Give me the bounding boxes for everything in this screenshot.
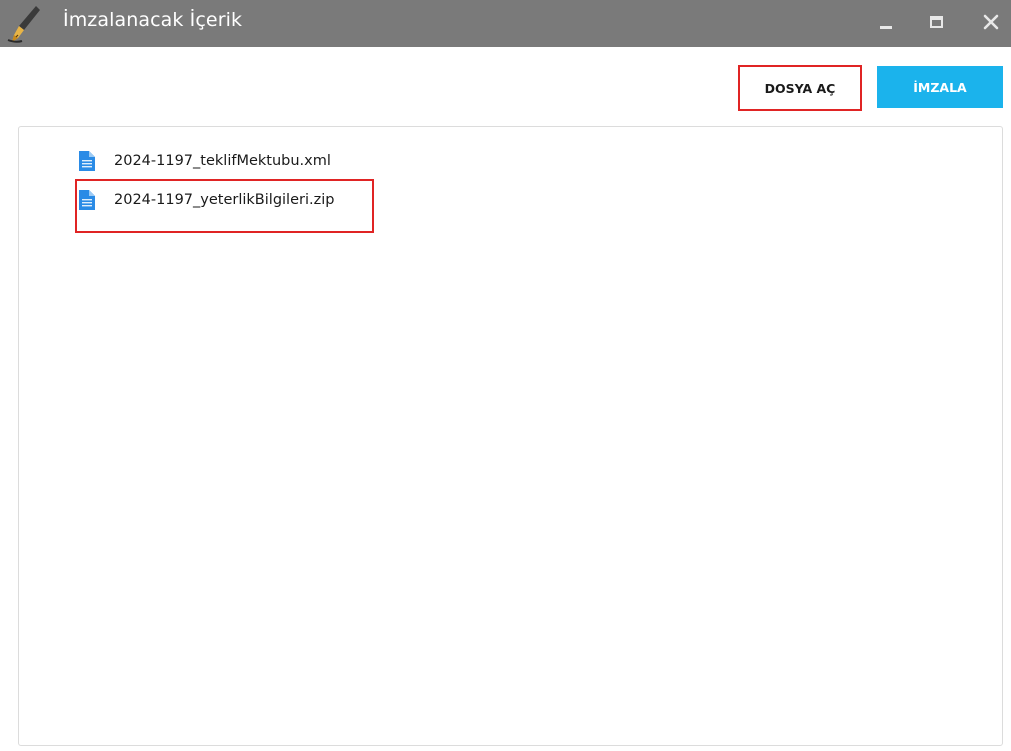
sign-button[interactable]: İMZALA	[877, 66, 1003, 108]
pen-nib-icon	[7, 6, 40, 43]
title-bar: İmzalanacak İçerik	[0, 0, 1011, 47]
document-icon	[79, 151, 95, 171]
open-file-button-highlight: DOSYA AÇ	[738, 65, 862, 111]
window-title: İmzalanacak İçerik	[63, 9, 243, 31]
file-name: 2024-1197_teklifMektubu.xml	[114, 153, 331, 169]
minimize-icon[interactable]	[872, 10, 900, 36]
file-item-yeterlik-bilgileri[interactable]: 2024-1197_yeterlikBilgileri.zip	[78, 187, 334, 213]
maximize-icon[interactable]	[922, 10, 950, 36]
file-item-teklif-mektubu[interactable]: 2024-1197_teklifMektubu.xml	[78, 148, 331, 174]
file-name: 2024-1197_yeterlikBilgileri.zip	[114, 192, 335, 208]
file-list-panel	[18, 126, 1003, 746]
close-icon[interactable]	[977, 10, 1005, 36]
open-file-button[interactable]: DOSYA AÇ	[745, 69, 855, 107]
document-icon	[79, 190, 95, 210]
